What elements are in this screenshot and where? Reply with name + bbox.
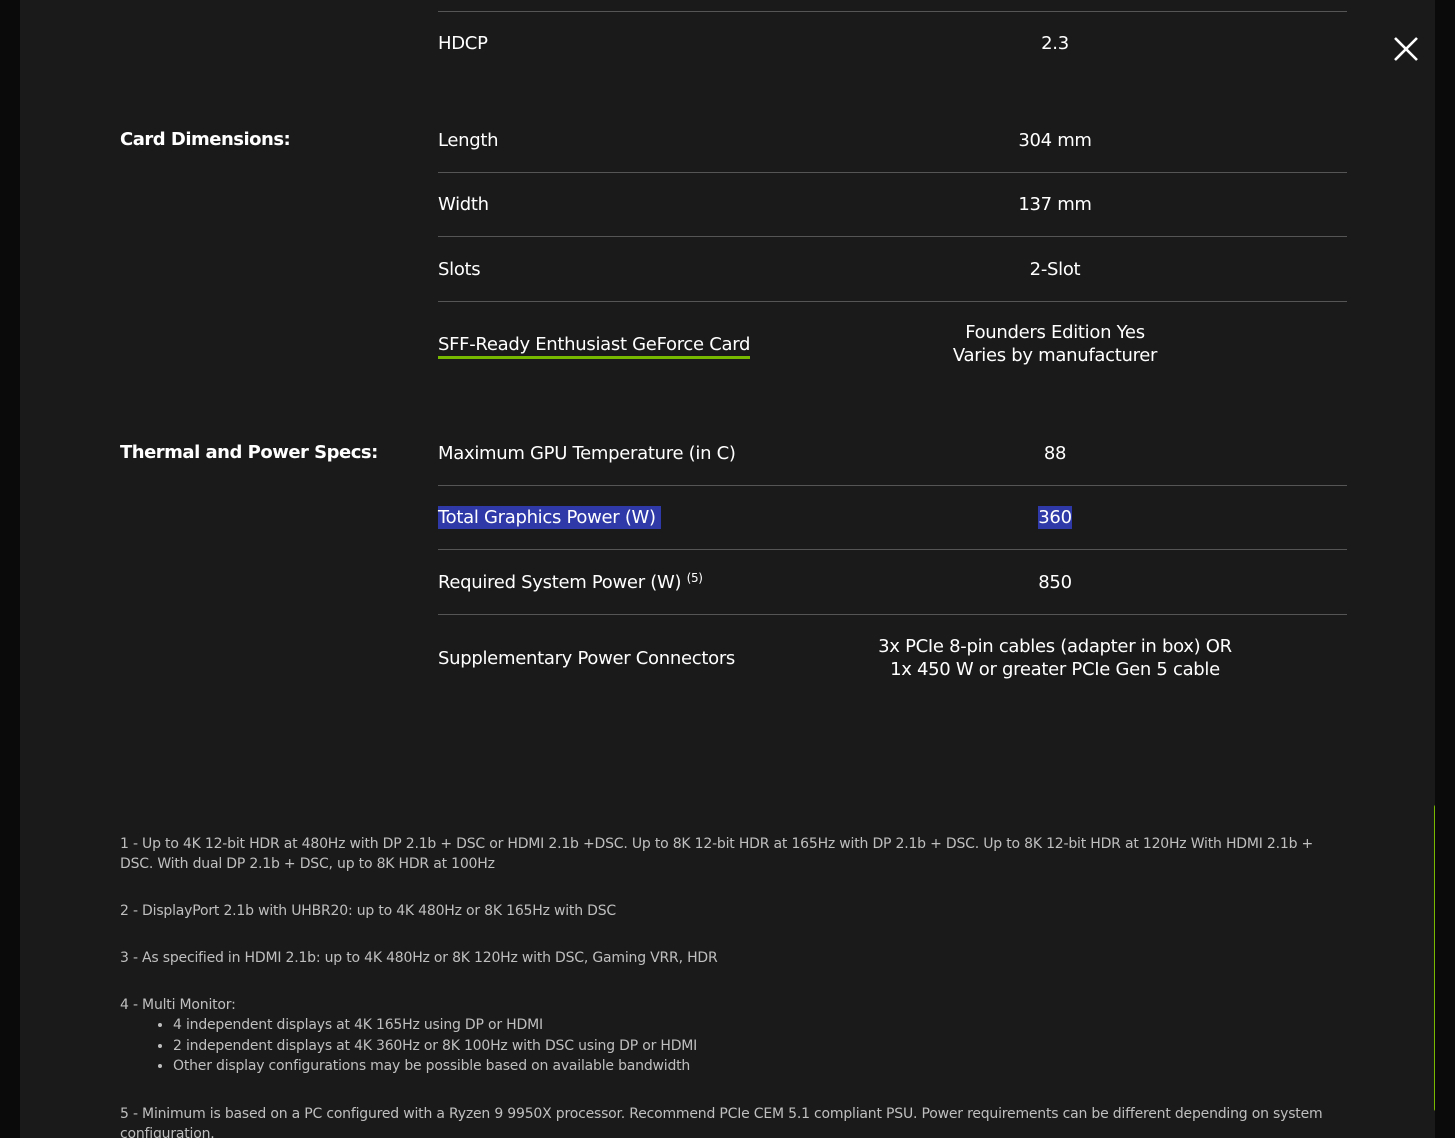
spec-label-cell: SFF-Ready Enthusiast GeForce Card xyxy=(438,333,858,359)
spec-label: Length xyxy=(438,130,499,151)
specs-modal: HDCP 2.3 Card Dimensions: Length 304 mm … xyxy=(20,0,1435,1138)
spec-value: 850 xyxy=(1038,571,1072,593)
spec-value-line: Varies by manufacturer xyxy=(952,345,1158,366)
spec-value-selected: 360 xyxy=(1038,506,1072,529)
spec-value-line: 1x 450 W or greater PCIe Gen 5 cable xyxy=(890,659,1220,680)
footnote-ref: (5) xyxy=(686,570,703,585)
spec-label: Maximum GPU Temperature (in C) xyxy=(438,443,736,464)
section-label-thermal-power: Thermal and Power Specs: xyxy=(120,442,378,463)
spec-label-cell: Total Graphics Power (W) xyxy=(438,506,858,529)
spec-row-slots: Slots 2-Slot xyxy=(438,237,1347,302)
footnote-5: 5 - Minimum is based on a PC configured … xyxy=(120,1105,1323,1138)
footnote-2: 2 - DisplayPort 2.1b with UHBR20: up to … xyxy=(120,903,616,919)
spec-label: Slots xyxy=(438,258,481,280)
list-item: 2 independent displays at 4K 360Hz or 8K… xyxy=(173,1036,1350,1057)
spec-value: 137 mm xyxy=(1018,194,1092,215)
sff-ready-link[interactable]: SFF-Ready Enthusiast GeForce Card xyxy=(438,333,750,359)
spec-row-hdcp: HDCP 2.3 xyxy=(438,32,1347,55)
spec-value: 88 xyxy=(1043,443,1067,464)
footnote-4-list: 4 independent displays at 4K 165Hz using… xyxy=(120,1015,1350,1077)
spec-row-sff-ready: SFF-Ready Enthusiast GeForce Card Founde… xyxy=(438,302,1347,386)
spec-row-width: Width 137 mm xyxy=(438,173,1347,237)
spec-label: HDCP xyxy=(438,33,488,54)
close-button[interactable] xyxy=(1390,33,1422,65)
spec-value: 2.3 xyxy=(1041,33,1069,54)
footnotes: 1 - Up to 4K 12-bit HDR at 480Hz with DP… xyxy=(120,834,1350,1138)
spec-value: 2-Slot xyxy=(1029,258,1081,280)
spec-row-required-system-power: Required System Power (W) (5) 850 xyxy=(438,550,1347,615)
spec-value-line: Founders Edition Yes xyxy=(965,322,1145,343)
scrollbar-thumb[interactable] xyxy=(1434,805,1435,1111)
spec-label-cell: Required System Power (W) (5) xyxy=(438,571,858,594)
section-label-card-dimensions: Card Dimensions: xyxy=(120,129,291,150)
footnote-1: 1 - Up to 4K 12-bit HDR at 480Hz with DP… xyxy=(120,836,1314,872)
spec-row-supplementary-power: Supplementary Power Connectors 3x PCIe 8… xyxy=(438,615,1347,701)
footnote-4: 4 - Multi Monitor: 4 independent display… xyxy=(120,995,1350,1077)
spec-row-max-gpu-temp: Maximum GPU Temperature (in C) 88 xyxy=(438,422,1347,486)
spec-row-length: Length 304 mm xyxy=(438,109,1347,173)
divider xyxy=(438,11,1347,12)
spec-value: Founders Edition Yes Varies by manufactu… xyxy=(858,321,1347,367)
spec-row-total-graphics-power: Total Graphics Power (W) 360 xyxy=(438,486,1347,550)
list-item: Other display configurations may be poss… xyxy=(173,1056,1350,1077)
spec-value: 304 mm xyxy=(1018,130,1092,151)
close-icon xyxy=(1394,37,1418,61)
footnote-4-title: 4 - Multi Monitor: xyxy=(120,997,236,1013)
spec-label-selected: Total Graphics Power (W) xyxy=(438,506,661,529)
spec-label: Required System Power (W) xyxy=(438,571,682,593)
spec-value-line: 3x PCIe 8-pin cables (adapter in box) OR xyxy=(878,636,1232,657)
footnote-3: 3 - As specified in HDMI 2.1b: up to 4K … xyxy=(120,950,718,966)
list-item: 4 independent displays at 4K 165Hz using… xyxy=(173,1015,1350,1036)
spec-value: 3x PCIe 8-pin cables (adapter in box) OR… xyxy=(858,635,1347,681)
spec-label: Width xyxy=(438,194,489,215)
spec-label: Supplementary Power Connectors xyxy=(438,647,736,669)
spec-value-cell: 360 xyxy=(858,506,1347,529)
